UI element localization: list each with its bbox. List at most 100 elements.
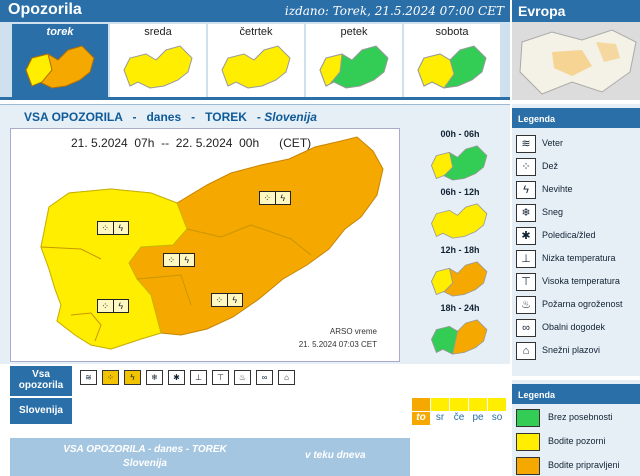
day-tab-cetrtek[interactable]: četrtek [208,24,304,97]
day-map-sreda [123,45,193,89]
thunderstorm-icon: ϟ [516,181,536,199]
legend-item-coastal: ∞ Obalni dogodek [516,318,640,338]
region-label[interactable]: Slovenija [10,398,72,424]
day-tab-torek[interactable]: torek [12,24,108,97]
section-title-bar: VSA OPOZORILA - danes - TOREK - Slovenij… [0,104,510,128]
time-slot-1[interactable]: 00h - 06h [412,128,508,186]
wind-icon: ≋ [516,135,536,153]
footer-bar: VSA OPOZORILA - danes - TOREK Slovenija … [10,438,410,476]
filter-high-temp-icon[interactable]: ⊤ [212,370,229,385]
day-label: sobota [435,26,469,38]
level-label: Bodite pripravljeni [548,460,620,470]
day-label: sreda [144,26,172,38]
filter-coastal-icon[interactable]: ∞ [256,370,273,385]
avalanche-icon: ⌂ [516,342,536,360]
section-title-text: VSA OPOZORILA - danes - TOREK - [24,110,261,124]
warning-icon-rain-thunder[interactable]: ⁘ ϟ [97,299,129,313]
week-day-tabs: to sr če pe so [410,398,506,426]
region-filter: Slovenija [10,398,410,424]
warning-map[interactable]: 21. 5.2024 07h -- 22. 5.2024 00h (CET) ⁘… [10,128,400,362]
level-legend-title: Legenda [512,384,640,404]
level-green: Brez posebnosti [516,408,640,428]
week-tab-ce[interactable]: če [450,398,468,426]
week-tab-label[interactable]: če [450,412,468,423]
europe-map-thumbnail[interactable] [512,22,640,100]
filter-thunder-icon[interactable]: ϟ [124,370,141,385]
legend-label: Snežni plazovi [542,345,601,355]
week-tab-label[interactable]: to [412,412,430,425]
filter-fire-icon[interactable]: ♨ [234,370,251,385]
credit-source: ARSO vreme [329,327,377,336]
time-slot-map [431,261,488,297]
warning-icon-rain-thunder[interactable]: ⁘ ϟ [163,253,195,267]
week-tab-so[interactable]: so [488,398,506,426]
week-tab-sr[interactable]: sr [431,398,449,426]
europe-header[interactable]: Evropa [512,0,640,22]
level-label: Brez posebnosti [548,412,613,422]
warning-icon-rain-thunder[interactable]: ⁘ ϟ [211,293,243,307]
level-legend-panel: Legenda Brez posebnosti Bodite pozorni B… [512,380,640,476]
day-tab-petek[interactable]: petek [306,24,402,97]
legend-item-fire: ♨ Požarna ogroženost [516,295,640,315]
filter-rain-icon[interactable]: ⁘ [102,370,119,385]
legend-item-high-temp: ⊤ Visoka temperatura [516,272,640,292]
day-tab-sobota[interactable]: sobota [404,24,500,97]
time-slot-map [431,319,488,355]
section-title-region: Slovenija [264,110,317,124]
legend-label: Veter [542,138,564,148]
week-tab-level [412,398,430,411]
filter-wind-icon[interactable]: ≋ [80,370,97,385]
time-slot-3[interactable]: 12h - 18h [412,244,508,302]
day-selector: torek sreda četrtek petek sobota [0,22,510,100]
filter-snow-icon[interactable]: ❄ [146,370,163,385]
filter-avalanche-icon[interactable]: ⌂ [278,370,295,385]
europe-title[interactable]: Evropa [518,3,565,19]
filter-low-temp-icon[interactable]: ⊥ [190,370,207,385]
legend-item-ice: ✱ Poledica/žled [516,226,640,246]
legend-label: Visoka temperatura [542,276,620,286]
day-tab-sreda[interactable]: sreda [110,24,206,97]
week-tab-level [431,398,449,411]
legend-label: Nizka temperatura [542,253,616,263]
filter-ice-icon[interactable]: ✱ [168,370,185,385]
legend-label: Poledica/žled [542,230,596,240]
week-tab-pe[interactable]: pe [469,398,487,426]
day-map-torek [25,45,95,89]
legend-label: Nevihte [542,184,573,194]
header-bar: Opozorila izdano: Torek, 21.5.2024 07:00… [0,0,510,22]
coastal-event-icon: ∞ [516,319,536,337]
level-swatch [516,457,540,475]
time-slot-label: 12h - 18h [440,245,480,255]
week-tab-label[interactable]: so [488,412,506,423]
level-swatch [516,409,540,427]
day-label: torek [46,26,74,38]
day-map-petek [319,45,389,89]
time-slot-label: 00h - 06h [440,129,480,139]
fire-danger-icon: ♨ [516,296,536,314]
legend-item-avalanche: ⌂ Snežni plazovi [516,341,640,361]
level-orange: Bodite pripravljeni [516,456,640,476]
day-map-sobota [417,45,487,89]
low-temperature-icon: ⊥ [516,250,536,268]
legend-item-thunder: ϟ Nevihte [516,180,640,200]
week-tab-label[interactable]: sr [431,412,449,423]
warning-type-filter: Vsa opozorila ≋ ⁘ ϟ ❄ ✱ ⊥ ⊤ ♨ ∞ ⌂ [10,366,410,396]
time-slot-4[interactable]: 18h - 24h [412,302,508,360]
day-label: petek [340,26,368,38]
warning-icon-rain-thunder[interactable]: ⁘ ϟ [259,191,291,205]
week-tab-to[interactable]: to [412,398,430,426]
legend-label: Požarna ogroženost [542,299,623,309]
week-tab-level [469,398,487,411]
footer-title: VSA OPOZORILA - danes - TOREK Slovenija [10,443,280,471]
level-swatch [516,433,540,451]
snow-icon: ❄ [516,204,536,222]
issued-timestamp: izdano: Torek, 21.5.2024 07:00 CET [284,4,504,18]
day-label: četrtek [239,26,273,38]
warning-icon-rain-thunder[interactable]: ⁘ ϟ [97,221,129,235]
time-slot-2[interactable]: 06h - 12h [412,186,508,244]
all-warnings-label[interactable]: Vsa opozorila [10,366,72,396]
legend-title: Legenda [512,108,640,128]
week-tab-label[interactable]: pe [469,412,487,423]
time-slots: 00h - 06h 06h - 12h 12h - 18h 18h - 24h [412,128,508,364]
week-tab-level [450,398,468,411]
